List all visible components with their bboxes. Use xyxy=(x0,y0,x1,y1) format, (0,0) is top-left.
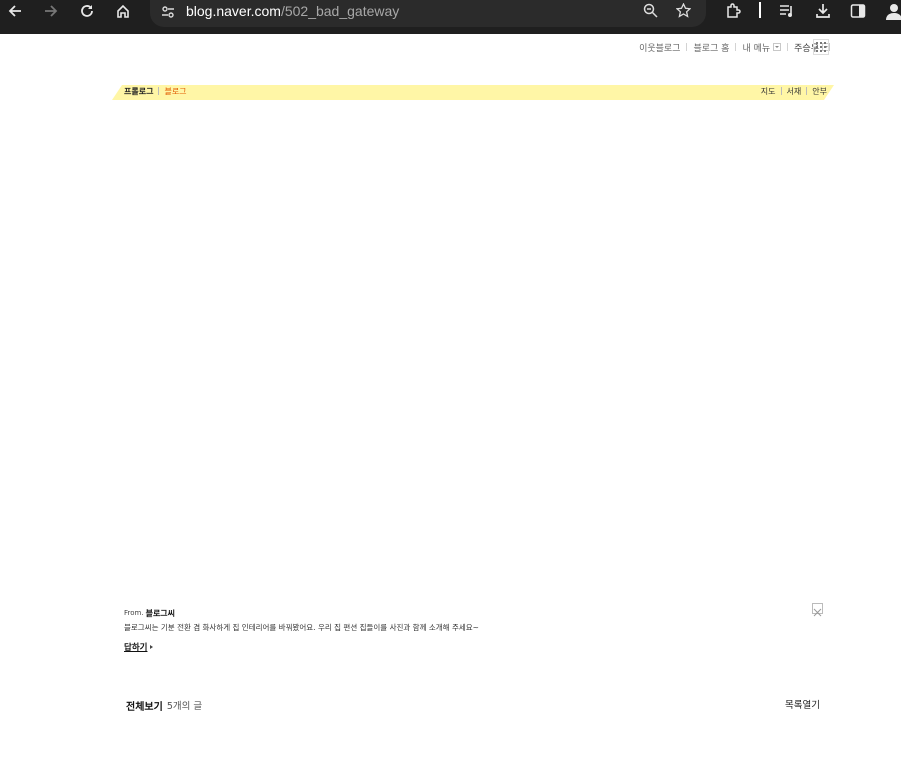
home-icon xyxy=(117,4,129,18)
media-button[interactable] xyxy=(777,0,797,22)
blog-menu-bar: 프롤로그 블로그 지도 서재 안부 xyxy=(112,85,834,100)
notice-from-label: From. xyxy=(124,609,144,617)
reload-icon xyxy=(81,5,93,17)
reply-link[interactable]: 답하기 xyxy=(124,641,154,653)
address-bar[interactable]: blog.naver.com/502_bad_gateway xyxy=(150,0,706,27)
menu-guestbook[interactable]: 안부 xyxy=(812,86,827,97)
gnb-my-menu-label: 내 메뉴 xyxy=(742,43,771,54)
naver-gnb: 이웃블로그 블로그 홈 내 메뉴 주승우 xyxy=(639,41,830,54)
profile-button[interactable] xyxy=(884,0,901,22)
side-panel-button[interactable] xyxy=(848,0,868,22)
download-icon xyxy=(816,4,830,18)
menu-divider xyxy=(806,87,808,95)
gnb-divider xyxy=(787,43,789,51)
home-button[interactable] xyxy=(113,0,133,22)
close-notice-button[interactable] xyxy=(812,603,823,617)
side-panel-icon xyxy=(850,4,866,18)
forward-button[interactable] xyxy=(41,0,61,22)
close-icon xyxy=(813,608,822,617)
chevron-down-icon xyxy=(773,43,782,51)
browser-toolbar: blog.naver.com/502_bad_gateway xyxy=(0,0,901,34)
zoom-button[interactable] xyxy=(640,0,660,20)
url-path: /502_bad_gateway xyxy=(280,3,400,19)
back-arrow-icon xyxy=(8,5,21,17)
url-host: blog.naver.com xyxy=(186,3,281,19)
blog-menu-right: 지도 서재 안부 xyxy=(761,85,827,97)
post-count: 5개의 글 xyxy=(166,701,203,712)
notice-from: From. 블로그씨 xyxy=(124,607,824,619)
reload-button[interactable] xyxy=(77,0,97,22)
gnb-my-menu[interactable]: 내 메뉴 xyxy=(742,41,782,54)
menu-library[interactable]: 서재 xyxy=(787,86,802,97)
puzzle-icon xyxy=(727,3,741,18)
blog-menu-left: 프롤로그 블로그 xyxy=(124,85,187,97)
view-all-label[interactable]: 전체보기 xyxy=(126,698,163,713)
star-icon xyxy=(675,2,691,18)
extensions-button[interactable] xyxy=(723,0,743,22)
notice-message: 블로그씨는 기분 전환 겸 화사하게 집 인테리어를 바꿔봤어요. 우리 집 편… xyxy=(124,623,479,632)
blogssi-notice: From. 블로그씨 블로그씨는 기분 전환 겸 화사하게 집 인테리어를 바꿔… xyxy=(124,607,824,655)
open-list-button[interactable]: 목록열기 xyxy=(785,697,820,711)
toolbar-separator xyxy=(759,2,761,18)
menu-prologue[interactable]: 프롤로그 xyxy=(124,86,153,97)
arrow-right-icon xyxy=(150,645,154,649)
reply-label: 답하기 xyxy=(124,643,148,653)
menu-map[interactable]: 지도 xyxy=(761,86,776,97)
menu-divider xyxy=(158,87,160,95)
profile-icon xyxy=(886,3,901,20)
downloads-button[interactable] xyxy=(813,0,833,22)
forward-arrow-icon xyxy=(45,5,58,17)
notice-from-name: 블로그씨 xyxy=(145,608,176,618)
post-list-header: 전체보기 5개의 글 xyxy=(126,698,203,713)
zoom-out-icon xyxy=(643,3,658,18)
blog-menu-bar-bg xyxy=(112,85,834,100)
gnb-blog-home[interactable]: 블로그 홈 xyxy=(693,41,729,54)
gnb-divider xyxy=(735,43,737,51)
menu-divider xyxy=(780,87,782,95)
apps-grid-icon[interactable] xyxy=(813,39,829,55)
bookmark-button[interactable] xyxy=(673,0,693,20)
menu-blog[interactable]: 블로그 xyxy=(164,86,186,97)
playlist-icon xyxy=(780,5,792,17)
site-settings-icon[interactable] xyxy=(157,1,179,23)
url-text[interactable]: blog.naver.com/502_bad_gateway xyxy=(186,2,399,20)
back-button[interactable] xyxy=(5,0,25,22)
gnb-neighbor-blog[interactable]: 이웃블로그 xyxy=(639,41,680,54)
gnb-divider xyxy=(686,43,688,51)
